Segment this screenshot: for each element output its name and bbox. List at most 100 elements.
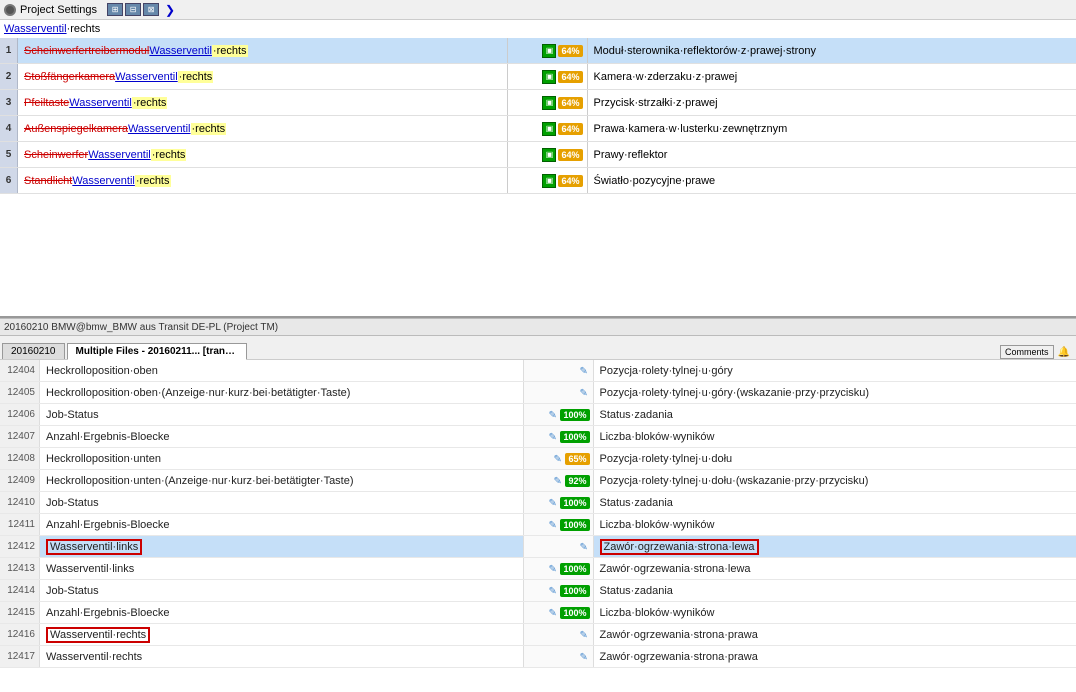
edit-icon: ✎ — [580, 388, 590, 398]
concordance-target: Światło·pozycyjne·prawe — [588, 168, 1076, 193]
translation-row[interactable]: 12414Job-Status✎100%Status·zadania — [0, 580, 1076, 602]
translation-target: Liczba·bloków·wyników — [594, 602, 1076, 623]
pct-badge: 100% — [560, 563, 589, 575]
translation-mid: ✎92% — [524, 470, 594, 491]
pct-badge: 64% — [558, 149, 582, 161]
status-text: 20160210 BMW@bmw_BMW aus Transit DE-PL (… — [4, 322, 278, 333]
translation-mid: ✎100% — [524, 492, 594, 513]
toolbar-arrow[interactable]: ❯ — [165, 3, 175, 17]
translation-source: Anzahl·Ergebnis-Bloecke — [40, 514, 524, 535]
comments-icon[interactable]: 🔔 — [1058, 347, 1070, 358]
concordance-row[interactable]: 6StandlichtWasserventil·rechts▣64%Światł… — [0, 168, 1076, 194]
row-number: 6 — [0, 168, 18, 193]
segment-icon: ▣ — [542, 174, 556, 188]
row-number: 12412 — [0, 536, 40, 557]
concordance-mid: ▣64% — [508, 38, 588, 63]
breadcrumb-link[interactable]: Wasserventil — [4, 23, 67, 35]
pct-badge: 64% — [558, 45, 582, 57]
concordance-source: PfeiltasteWasserventil·rechts — [18, 90, 508, 115]
row-number: 1 — [0, 38, 18, 63]
row-number: 3 — [0, 90, 18, 115]
translation-target: Zawór·ogrzewania·strona·lewa — [594, 536, 1076, 557]
edit-icon: ✎ — [548, 564, 558, 574]
concordance-row[interactable]: 5ScheinwerferWasserventil·rechts▣64%Praw… — [0, 142, 1076, 168]
concordance-target: Moduł·sterownika·reflektorów·z·prawej·st… — [588, 38, 1076, 63]
translation-row[interactable]: 12412 Wasserventil·links ✎Zawór·ogrzewania… — [0, 536, 1076, 558]
translation-source: Job-Status — [40, 492, 524, 513]
translation-target: Status·zadania — [594, 492, 1076, 513]
translation-row[interactable]: 12415Anzahl·Ergebnis-Bloecke✎100%Liczba·… — [0, 602, 1076, 624]
pct-badge: 100% — [560, 607, 589, 619]
row-number: 12409 — [0, 470, 40, 491]
translation-row[interactable]: 12408Heckrolloposition·unten✎65%Pozycja·… — [0, 448, 1076, 470]
concordance-row[interactable]: 3PfeiltasteWasserventil·rechts▣64%Przyci… — [0, 90, 1076, 116]
translation-row[interactable]: 12409Heckrolloposition·unten·(Anzeige·nu… — [0, 470, 1076, 492]
toolbar: Project Settings ⊞ ⊟ ⊠ ❯ — [0, 0, 1076, 20]
edit-icon: ✎ — [548, 432, 558, 442]
concordance-target: Prawy·reflektor — [588, 142, 1076, 167]
concordance-row[interactable]: 1ScheinwerfertreibermodulWasserventil·re… — [0, 38, 1076, 64]
translation-target: Pozycja·rolety·tylnej·u·dołu — [594, 448, 1076, 469]
translation-mid: ✎100% — [524, 404, 594, 425]
pct-badge: 64% — [558, 97, 582, 109]
toolbar-icon-3[interactable]: ⊠ — [143, 3, 159, 16]
translation-row[interactable]: 12407Anzahl·Ergebnis-Bloecke✎100%Liczba·… — [0, 426, 1076, 448]
concordance-row[interactable]: 4AußenspiegelkameraWasserventil·rechts▣6… — [0, 116, 1076, 142]
translation-mid: ✎ — [524, 624, 594, 645]
pct-badge: 100% — [560, 585, 589, 597]
translation-target: Status·zadania — [594, 404, 1076, 425]
concordance-source: ScheinwerfertreibermodulWasserventil·rec… — [18, 38, 508, 63]
segment-icon: ▣ — [542, 148, 556, 162]
row-number: 12408 — [0, 448, 40, 469]
segment-icon: ▣ — [542, 122, 556, 136]
concordance-mid: ▣64% — [508, 116, 588, 141]
highlighted-source: Wasserventil·rechts — [46, 627, 150, 643]
tab-multiplefiles[interactable]: Multiple Files - 20160211... [translatio… — [67, 343, 247, 360]
row-number: 2 — [0, 64, 18, 89]
translation-target: Liczba·bloków·wyników — [594, 514, 1076, 535]
concordance-mid: ▣64% — [508, 168, 588, 193]
translation-mid: ✎100% — [524, 558, 594, 579]
translation-target: Liczba·bloków·wyników — [594, 426, 1076, 447]
translation-source: Heckrolloposition·unten — [40, 448, 524, 469]
comments-button[interactable]: Comments — [1000, 345, 1054, 359]
row-number: 12407 — [0, 426, 40, 447]
translation-row[interactable]: 12416Wasserventil·rechts✎Zawór·ogrzewani… — [0, 624, 1076, 646]
concordance-source: ScheinwerferWasserventil·rechts — [18, 142, 508, 167]
edit-icon: ✎ — [580, 652, 590, 662]
pct-badge: 100% — [560, 519, 589, 531]
translation-target: Zawór·ogrzewania·strona·prawa — [594, 624, 1076, 645]
pct-badge: 92% — [565, 475, 589, 487]
translation-row[interactable]: 12410Job-Status✎100%Status·zadania — [0, 492, 1076, 514]
concordance-row[interactable]: 2StoßfängerkameraWasserventil·rechts▣64%… — [0, 64, 1076, 90]
row-number: 12410 — [0, 492, 40, 513]
translation-row[interactable]: 12413Wasserventil·links✎100%Zawór·ogrzew… — [0, 558, 1076, 580]
concordance-source: StandlichtWasserventil·rechts — [18, 168, 508, 193]
translation-row[interactable]: 12411Anzahl·Ergebnis-Bloecke ✎100% Liczba·… — [0, 514, 1076, 536]
translation-target: Pozycja·rolety·tylnej·u·dołu·(wskazanie·… — [594, 470, 1076, 491]
translation-row[interactable]: 12417Wasserventil·rechts✎Zawór·ogrzewani… — [0, 646, 1076, 668]
translation-source: Anzahl·Ergebnis-Bloecke — [40, 602, 524, 623]
tab-bar: 20160210 Multiple Files - 20160211... [t… — [0, 336, 1076, 360]
row-number: 12417 — [0, 646, 40, 667]
translation-target: Status·zadania — [594, 580, 1076, 601]
segment-icon: ▣ — [542, 96, 556, 110]
pct-badge: 100% — [560, 431, 589, 443]
translation-row[interactable]: 12404Heckrolloposition·oben✎Pozycja·role… — [0, 360, 1076, 382]
translation-mid: ✎ — [524, 536, 594, 557]
translation-source: Wasserventil·links — [40, 558, 524, 579]
edit-icon: ✎ — [553, 476, 563, 486]
translation-row[interactable]: 12406Job-Status✎100%Status·zadania — [0, 404, 1076, 426]
translation-source: Heckrolloposition·oben·(Anzeige·nur·kurz… — [40, 382, 524, 403]
edit-icon: ✎ — [548, 520, 558, 530]
tab-20160210[interactable]: 20160210 — [2, 343, 65, 359]
translation-row[interactable]: 12405Heckrolloposition·oben·(Anzeige·nur… — [0, 382, 1076, 404]
row-number: 12404 — [0, 360, 40, 381]
row-number: 12411 — [0, 514, 40, 535]
translation-mid: ✎ — [524, 646, 594, 667]
translation-target: Zawór·ogrzewania·strona·lewa — [594, 558, 1076, 579]
row-number: 12413 — [0, 558, 40, 579]
toolbar-icon-2[interactable]: ⊟ — [125, 3, 141, 16]
toolbar-icon-1[interactable]: ⊞ — [107, 3, 123, 16]
highlighted-source: Wasserventil·links — [46, 539, 142, 555]
